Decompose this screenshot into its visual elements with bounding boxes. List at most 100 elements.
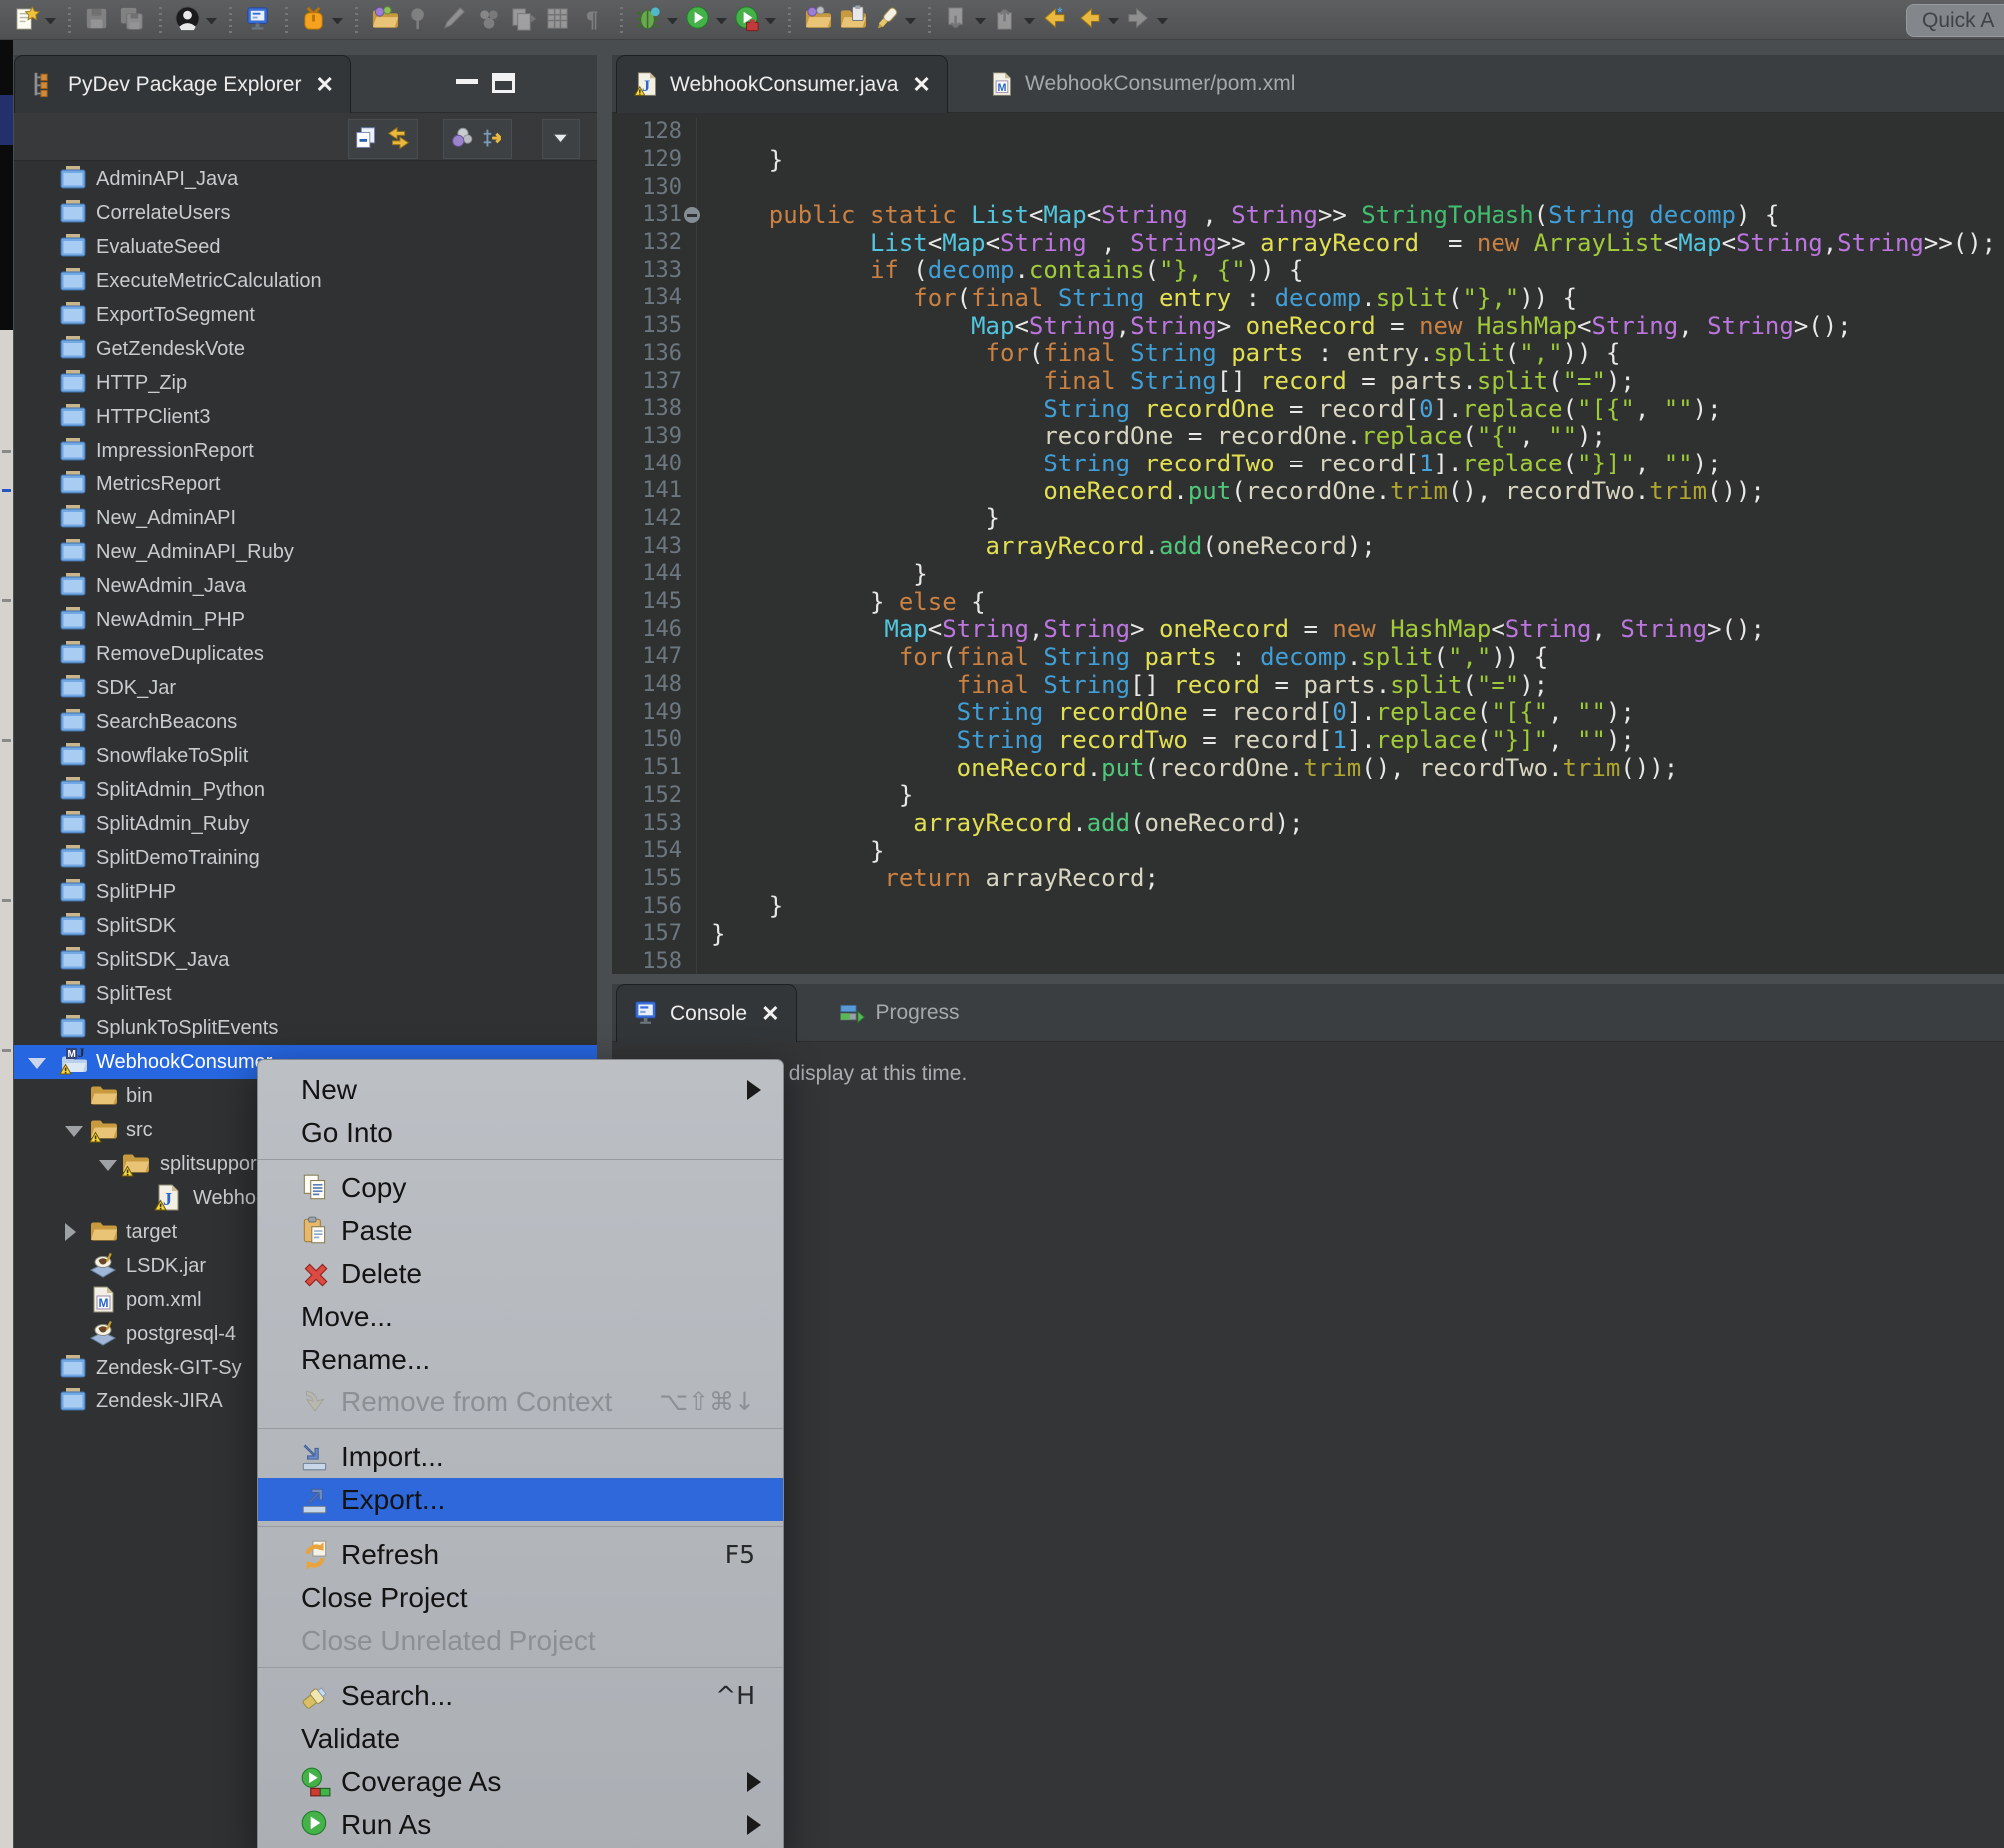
dropdown-arrow-icon[interactable]: [667, 16, 678, 24]
close-icon[interactable]: ✕: [315, 72, 333, 98]
menu-item-paste[interactable]: Paste: [258, 1209, 783, 1252]
debug-bug-button[interactable]: [632, 3, 681, 37]
tree-item-splitsdk-java[interactable]: SplitSDK_Java: [14, 943, 597, 977]
tree-item-correlateusers[interactable]: CorrelateUsers: [14, 196, 597, 230]
tree-item-metricsreport[interactable]: MetricsReport: [14, 467, 597, 501]
menu-item-delete[interactable]: Delete: [258, 1252, 783, 1295]
dropdown-arrow-icon[interactable]: [332, 16, 343, 24]
close-icon[interactable]: ✕: [912, 72, 930, 98]
paw-button[interactable]: [472, 3, 506, 37]
tab-webhookconsumer-java[interactable]: JWebhookConsumer.java✕: [616, 55, 948, 113]
dropdown-arrow-icon[interactable]: [905, 16, 916, 24]
focus-balls-button[interactable]: [448, 125, 476, 153]
new-wizard-button[interactable]: [10, 3, 59, 37]
chevron-right-icon[interactable]: [65, 1223, 76, 1241]
dropdown-arrow-icon[interactable]: [45, 16, 56, 24]
tab-pydev-package-explorer[interactable]: PyDev Package Explorer ✕: [14, 55, 351, 113]
table-button[interactable]: [541, 3, 576, 37]
file-switch-button[interactable]: [506, 3, 541, 37]
tree-item-new-adminapi[interactable]: New_AdminAPI: [14, 501, 597, 535]
menu-item-import[interactable]: Import...: [258, 1435, 783, 1478]
tree-item-splunktosplitevents[interactable]: SplunkToSplitEvents: [14, 1011, 597, 1045]
code-editor[interactable]: 128129 }130131 public static List<Map<St…: [612, 113, 2004, 974]
link-editor-button[interactable]: [385, 125, 413, 153]
user-button[interactable]: [171, 3, 220, 37]
folder-clip-button[interactable]: [835, 3, 870, 37]
file-down-button[interactable]: [940, 3, 989, 37]
tree-item-exporttosegment[interactable]: ExportToSegment: [14, 298, 597, 332]
tree-item-sdk-jar[interactable]: SDK_Jar: [14, 671, 597, 705]
menu-item-move[interactable]: Move...: [258, 1295, 783, 1338]
dropdown-arrow-icon[interactable]: [975, 16, 986, 24]
back-edit-button[interactable]: *: [1038, 3, 1073, 37]
tree-item-searchbeacons[interactable]: SearchBeacons: [14, 705, 597, 739]
menu-item-validate[interactable]: Validate: [258, 1717, 783, 1760]
dropdown-arrow-icon[interactable]: [1108, 16, 1119, 24]
menu-item-export[interactable]: Export...: [258, 1478, 783, 1521]
menu-item-new[interactable]: New: [258, 1068, 783, 1111]
save-all-button[interactable]: [115, 3, 150, 37]
tree-item-http-zip[interactable]: HTTP_Zip: [14, 366, 597, 400]
tree-item-label: SplitSDK: [96, 915, 176, 938]
dropdown-arrow-icon[interactable]: [206, 16, 217, 24]
chevron-down-icon[interactable]: [28, 1058, 46, 1069]
dropdown-arrow-icon[interactable]: [716, 16, 727, 24]
close-icon[interactable]: ✕: [761, 1001, 779, 1027]
maximize-button[interactable]: [492, 73, 515, 93]
tree-item-httpclient3[interactable]: HTTPClient3: [14, 400, 597, 434]
tab-console[interactable]: Console✕: [616, 984, 797, 1042]
pilcrow-button[interactable]: ¶: [576, 3, 611, 37]
chevron-down-icon[interactable]: [65, 1126, 83, 1137]
tab-progress[interactable]: Progress: [823, 984, 976, 1042]
collapse-all-button[interactable]: [353, 125, 381, 153]
menu-item-rename[interactable]: Rename...: [258, 1338, 783, 1381]
run-button[interactable]: [681, 3, 730, 37]
folder-balls-button[interactable]: [800, 3, 835, 37]
save-button[interactable]: [80, 3, 115, 37]
tree-item-splittest[interactable]: SplitTest: [14, 977, 597, 1011]
debug-run-button[interactable]: [730, 3, 779, 37]
split-bug-button[interactable]: [297, 3, 346, 37]
ext-tools-button[interactable]: [367, 3, 402, 37]
menu-item-search[interactable]: Search...^H: [258, 1674, 783, 1717]
dropdown-arrow-icon[interactable]: [765, 16, 776, 24]
plus-arrow-button[interactable]: [480, 125, 507, 153]
tree-item-newadmin-java[interactable]: NewAdmin_Java: [14, 569, 597, 603]
pin-button[interactable]: [402, 3, 437, 37]
tree-item-newadmin-php[interactable]: NewAdmin_PHP: [14, 603, 597, 637]
tab-webhookconsumer-pom-xml[interactable]: MWebhookConsumer/pom.xml: [972, 55, 1311, 113]
menu-item-coverage-as[interactable]: Coverage As: [258, 1760, 783, 1803]
console-view-button[interactable]: [241, 3, 276, 37]
tree-item-splitadmin-python[interactable]: SplitAdmin_Python: [14, 773, 597, 807]
tree-item-snowflaketosplit[interactable]: SnowflakeToSplit: [14, 739, 597, 773]
marker-button[interactable]: [870, 3, 919, 37]
tree-item-adminapi-java[interactable]: AdminAPI_Java: [14, 162, 597, 196]
menu-item-copy[interactable]: Copy: [258, 1166, 783, 1209]
quick-access-box[interactable]: Quick A: [1906, 4, 2004, 37]
forward-button[interactable]: [1122, 3, 1171, 37]
menu-item-refresh[interactable]: RefreshF5: [258, 1533, 783, 1576]
back-button[interactable]: [1073, 3, 1122, 37]
tree-item-splitsdk[interactable]: SplitSDK: [14, 909, 597, 943]
chevron-down-icon[interactable]: [99, 1160, 117, 1171]
tree-item-new-adminapi-ruby[interactable]: New_AdminAPI_Ruby: [14, 535, 597, 569]
tree-item-splitphp[interactable]: SplitPHP: [14, 875, 597, 909]
view-toolbar-group: [443, 119, 512, 159]
menu-item-go-into[interactable]: Go Into: [258, 1111, 783, 1154]
tree-item-getzendeskvote[interactable]: GetZendeskVote: [14, 332, 597, 366]
dropdown-arrow-icon[interactable]: [1024, 16, 1035, 24]
minimize-button[interactable]: [456, 73, 480, 93]
menu-item-close-project[interactable]: Close Project: [258, 1576, 783, 1619]
menu-item-run-as[interactable]: Run As: [258, 1803, 783, 1846]
dropdown-arrow-icon[interactable]: [1157, 16, 1168, 24]
fold-marker-icon[interactable]: [684, 207, 700, 223]
tree-item-executemetriccalculation[interactable]: ExecuteMetricCalculation: [14, 264, 597, 298]
tree-item-removeduplicates[interactable]: RemoveDuplicates: [14, 637, 597, 671]
view-menu-button[interactable]: [547, 125, 575, 153]
tree-item-splitadmin-ruby[interactable]: SplitAdmin_Ruby: [14, 807, 597, 841]
sign-button[interactable]: [437, 3, 472, 37]
tree-item-evaluateseed[interactable]: EvaluateSeed: [14, 230, 597, 264]
file-up-button[interactable]: [989, 3, 1038, 37]
tree-item-impressionreport[interactable]: ImpressionReport: [14, 434, 597, 467]
tree-item-splitdemotraining[interactable]: SplitDemoTraining: [14, 841, 597, 875]
